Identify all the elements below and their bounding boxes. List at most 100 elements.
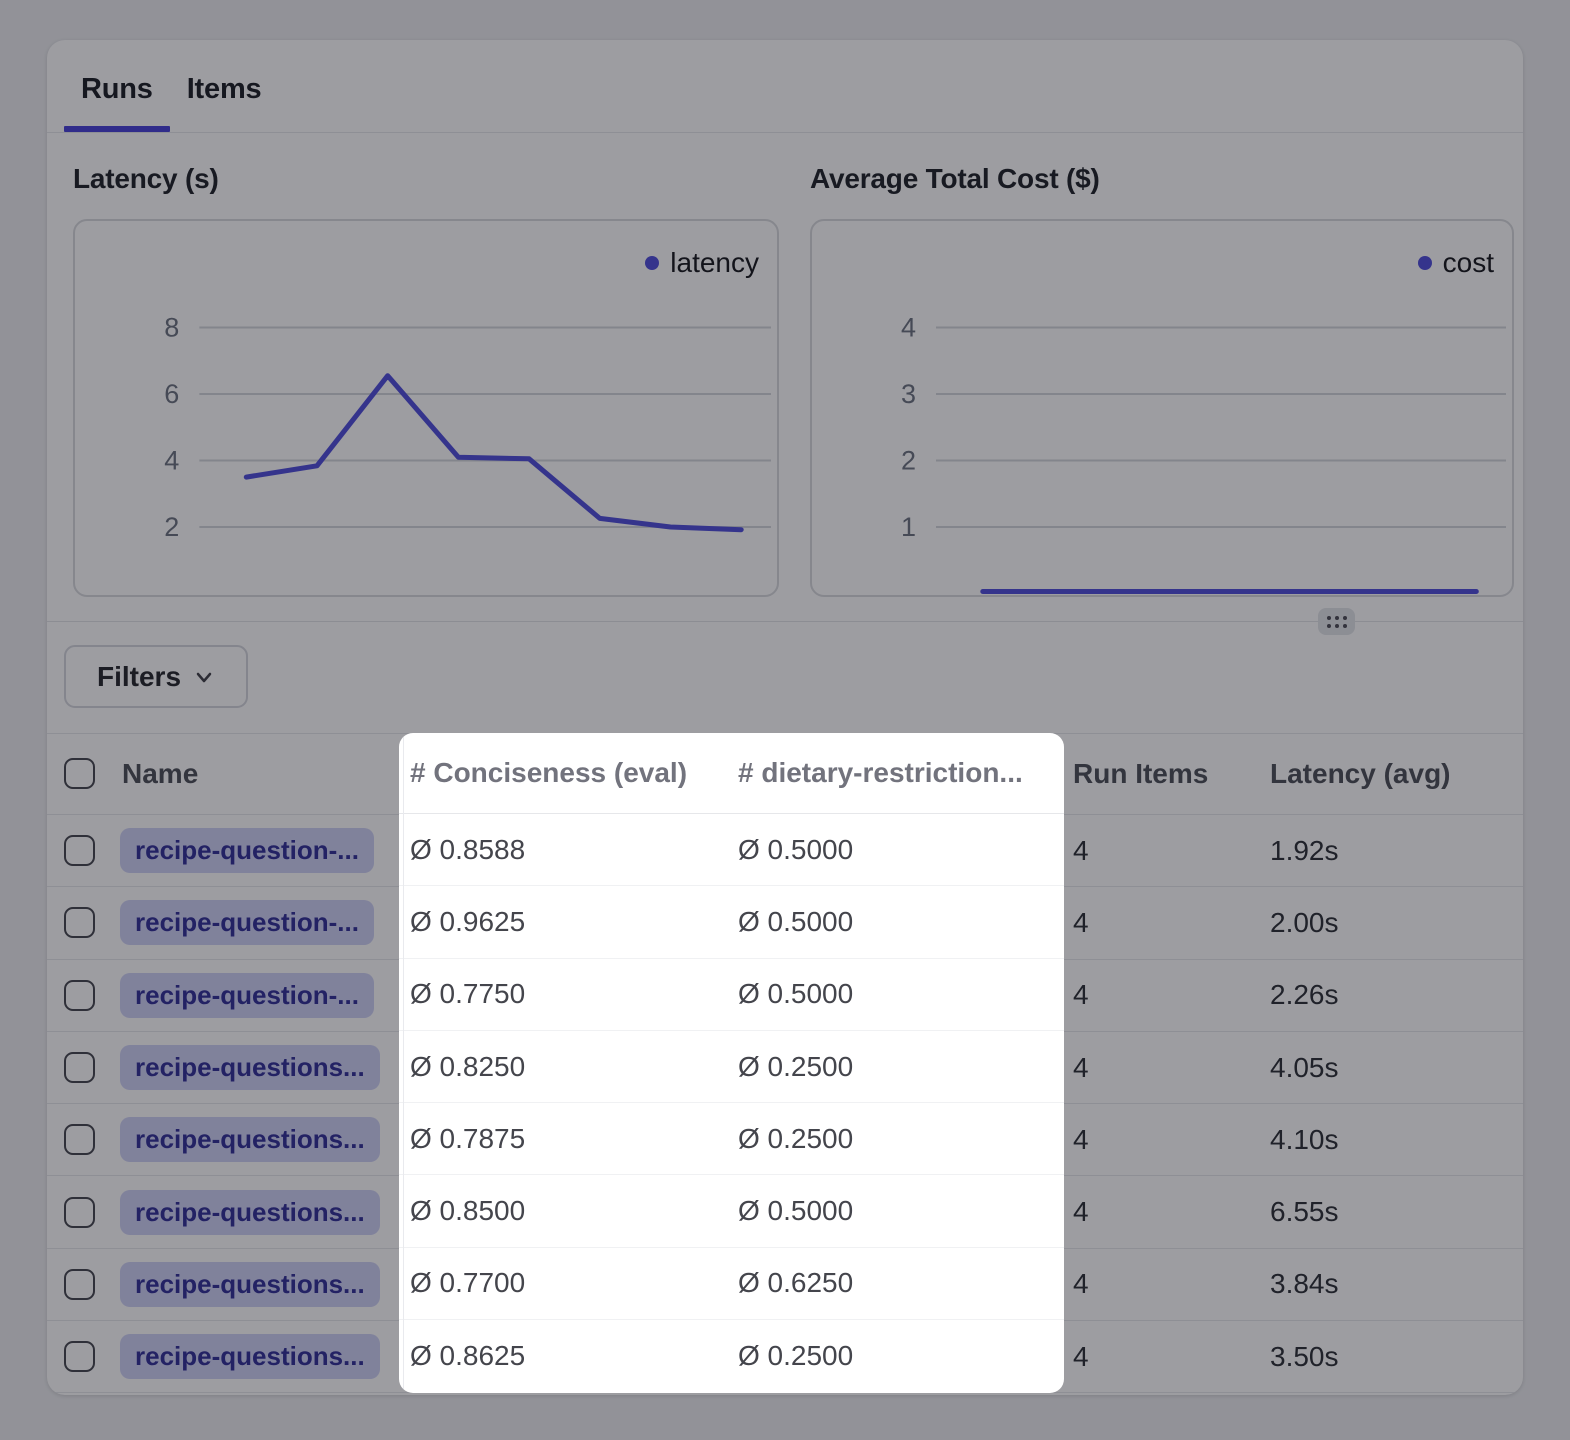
row-checkbox[interactable] xyxy=(64,907,95,938)
conciseness-score-cell: Ø 0.8588 xyxy=(399,834,730,866)
spotlight-row: Ø 0.7875Ø 0.2500 xyxy=(399,1103,1064,1175)
conciseness-score-cell: Ø 0.7700 xyxy=(399,1267,730,1299)
latency-avg-cell: 6.55s xyxy=(1255,1196,1523,1228)
conciseness-score-cell: Ø 0.7875 xyxy=(399,1123,730,1155)
run-items-cell: 4 xyxy=(1064,1268,1255,1300)
run-items-cell: 4 xyxy=(1064,1196,1255,1228)
latency-avg-cell: 2.00s xyxy=(1255,907,1523,939)
svg-text:6: 6 xyxy=(164,379,179,409)
latency-chart: 2 4 6 8 latency xyxy=(73,219,779,597)
latency-avg-cell: 3.84s xyxy=(1255,1268,1523,1300)
tab-runs-label: Runs xyxy=(81,73,153,106)
latency-legend-dot-icon xyxy=(645,256,659,270)
name-cell: recipe-questions... xyxy=(47,1176,400,1247)
svg-text:2: 2 xyxy=(164,512,179,542)
conciseness-score-cell: Ø 0.9625 xyxy=(399,906,730,938)
dietary-restriction-score-cell: Ø 0.6250 xyxy=(730,1267,1064,1299)
latency-avg-cell: 2.26s xyxy=(1255,979,1523,1011)
conciseness-score-cell: Ø 0.8250 xyxy=(399,1051,730,1083)
run-items-cell: 4 xyxy=(1064,1124,1255,1156)
cost-line-plot: 1234 xyxy=(812,221,1512,595)
spotlight-row: Ø 0.8500Ø 0.5000 xyxy=(399,1175,1064,1247)
spotlight-header-row: # Conciseness (eval) # dietary-restricti… xyxy=(399,733,1064,814)
cost-legend-dot-icon xyxy=(1418,256,1432,270)
run-name-badge[interactable]: recipe-questions... xyxy=(120,1117,380,1162)
run-name-badge[interactable]: recipe-question-... xyxy=(120,828,374,873)
run-name-badge[interactable]: recipe-questions... xyxy=(120,1190,380,1235)
run-name-badge[interactable]: recipe-questions... xyxy=(120,1045,380,1090)
column-header-run-items[interactable]: Run Items xyxy=(1064,758,1255,790)
dietary-restriction-score-cell: Ø 0.2500 xyxy=(730,1123,1064,1155)
spotlight-row: Ø 0.8588Ø 0.5000 xyxy=(399,814,1064,886)
drag-handle[interactable] xyxy=(1318,608,1355,635)
tab-items[interactable]: Items xyxy=(170,46,279,132)
tab-runs[interactable]: Runs xyxy=(64,46,170,132)
cost-legend-label: cost xyxy=(1443,247,1494,279)
tab-bar: Runs Items xyxy=(47,40,1523,133)
filters-button[interactable]: Filters xyxy=(64,645,248,708)
filters-row: Filters xyxy=(47,621,1523,733)
name-cell: recipe-questions... xyxy=(47,1321,400,1392)
dietary-restriction-score-cell: Ø 0.5000 xyxy=(730,906,1064,938)
name-cell: recipe-questions... xyxy=(47,1104,400,1175)
filters-button-label: Filters xyxy=(97,661,181,693)
latency-avg-cell: 3.50s xyxy=(1255,1341,1523,1373)
latency-avg-cell: 1.92s xyxy=(1255,835,1523,867)
row-checkbox[interactable] xyxy=(64,835,95,866)
run-items-cell: 4 xyxy=(1064,1052,1255,1084)
latency-legend-label: latency xyxy=(670,247,759,279)
cost-chart-title: Average Total Cost ($) xyxy=(810,163,1100,195)
run-items-cell: 4 xyxy=(1064,835,1255,867)
dietary-restriction-score-cell: Ø 0.5000 xyxy=(730,978,1064,1010)
latency-avg-cell: 4.10s xyxy=(1255,1124,1523,1156)
spotlight-highlight: # Conciseness (eval) # dietary-restricti… xyxy=(399,733,1064,1393)
spotlight-row: Ø 0.7750Ø 0.5000 xyxy=(399,959,1064,1031)
spotlight-row: Ø 0.8250Ø 0.2500 xyxy=(399,1031,1064,1103)
name-cell: recipe-question-... xyxy=(47,887,400,958)
run-items-cell: 4 xyxy=(1064,979,1255,1011)
column-header-conciseness[interactable]: # Conciseness (eval) xyxy=(399,757,730,789)
column-header-dietary-restriction[interactable]: # dietary-restriction... xyxy=(730,757,1064,789)
tab-items-label: Items xyxy=(187,73,262,106)
conciseness-score-cell: Ø 0.8500 xyxy=(399,1195,730,1227)
row-checkbox[interactable] xyxy=(64,980,95,1011)
dietary-restriction-score-cell: Ø 0.2500 xyxy=(730,1340,1064,1372)
run-name-badge[interactable]: recipe-questions... xyxy=(120,1262,380,1307)
select-all-checkbox[interactable] xyxy=(64,758,95,789)
charts-section: Latency (s) Average Total Cost ($) 2 4 6 8 … xyxy=(47,133,1523,622)
row-checkbox[interactable] xyxy=(64,1197,95,1228)
chevron-down-icon xyxy=(193,666,215,688)
run-items-cell: 4 xyxy=(1064,1341,1255,1373)
spotlight-row: Ø 0.7700Ø 0.6250 xyxy=(399,1248,1064,1320)
latency-legend: latency xyxy=(645,247,759,279)
row-checkbox[interactable] xyxy=(64,1269,95,1300)
row-checkbox[interactable] xyxy=(64,1052,95,1083)
name-cell: recipe-question-... xyxy=(47,960,400,1031)
row-checkbox[interactable] xyxy=(64,1341,95,1372)
name-cell: recipe-questions... xyxy=(47,1032,400,1103)
conciseness-score-cell: Ø 0.7750 xyxy=(399,978,730,1010)
run-name-badge[interactable]: recipe-questions... xyxy=(120,1334,380,1379)
svg-text:4: 4 xyxy=(164,446,179,476)
name-cell: recipe-questions... xyxy=(47,1249,400,1320)
svg-text:3: 3 xyxy=(901,379,916,409)
row-checkbox[interactable] xyxy=(64,1124,95,1155)
run-items-cell: 4 xyxy=(1064,907,1255,939)
column-header-name[interactable]: Name xyxy=(47,758,400,790)
cost-chart: 1234 cost xyxy=(810,219,1514,597)
latency-chart-title: Latency (s) xyxy=(73,163,219,195)
dietary-restriction-score-cell: Ø 0.2500 xyxy=(730,1051,1064,1083)
run-name-badge[interactable]: recipe-question-... xyxy=(120,973,374,1018)
cost-legend: cost xyxy=(1418,247,1494,279)
dietary-restriction-score-cell: Ø 0.5000 xyxy=(730,1195,1064,1227)
run-name-badge[interactable]: recipe-question-... xyxy=(120,900,374,945)
svg-text:8: 8 xyxy=(164,313,179,343)
app-root: Runs Items Latency (s) Average Total Cos… xyxy=(0,0,1570,1440)
dietary-restriction-score-cell: Ø 0.5000 xyxy=(730,834,1064,866)
spotlight-row: Ø 0.8625Ø 0.2500 xyxy=(399,1320,1064,1392)
column-header-latency[interactable]: Latency (avg) xyxy=(1255,758,1523,790)
active-tab-underline xyxy=(64,126,170,132)
conciseness-score-cell: Ø 0.8625 xyxy=(399,1340,730,1372)
spotlight-body: Ø 0.8588Ø 0.5000Ø 0.9625Ø 0.5000Ø 0.7750… xyxy=(399,814,1064,1392)
svg-text:1: 1 xyxy=(901,512,916,542)
